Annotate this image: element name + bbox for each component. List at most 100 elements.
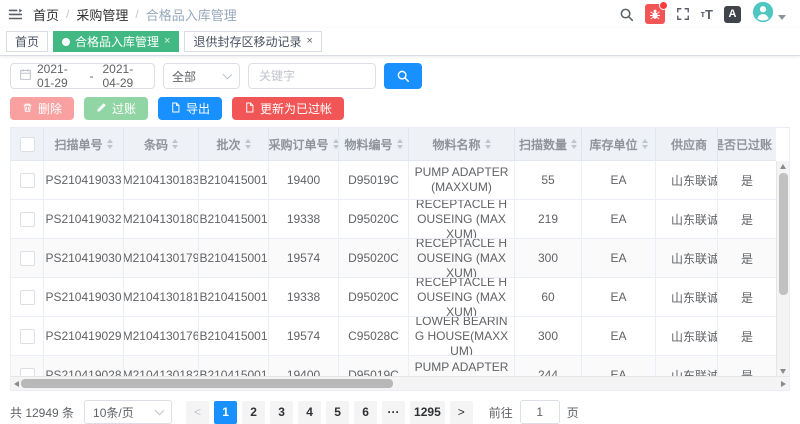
cell-value: 19574	[287, 329, 320, 343]
cell-batch: B210415001	[199, 356, 269, 378]
status-select-value: 全部	[172, 68, 196, 85]
tab-home[interactable]: 首页	[6, 31, 48, 52]
search-icon[interactable]	[619, 7, 634, 22]
page-button-3[interactable]: 3	[270, 401, 293, 424]
table-row[interactable]: PS210419030M2104130179B21041500119574D95…	[11, 239, 776, 278]
date-range-picker[interactable]: 2021-01-29 - 2021-04-29	[10, 63, 155, 89]
row-checkbox[interactable]	[20, 329, 35, 344]
tab-view-1[interactable]: 合格品入库管理 ×	[53, 31, 179, 52]
row-checkbox-cell	[11, 161, 44, 200]
page-button-5[interactable]: 5	[326, 401, 349, 424]
page-button-6[interactable]: 6	[354, 401, 377, 424]
cell-po: 19574	[269, 317, 339, 356]
table-row[interactable]: PS210419030M2104130181B21041500119338D95…	[11, 278, 776, 317]
goto-page-input[interactable]	[520, 400, 560, 424]
language-icon[interactable]: A	[724, 6, 741, 23]
scroll-left-arrow-icon[interactable]	[14, 381, 19, 387]
cell-value: EA	[610, 173, 626, 187]
horizontal-scrollbar-thumb[interactable]	[21, 379, 393, 388]
sort-carets-icon[interactable]	[245, 139, 251, 149]
breadcrumb: 首页 / 采购管理 / 合格品入库管理	[33, 5, 237, 24]
vertical-scrollbar[interactable]	[776, 161, 789, 377]
breadcrumb-purchase-mgmt[interactable]: 采购管理	[76, 5, 128, 24]
page-ellipsis-button[interactable]: ···	[382, 401, 405, 424]
cell-value: LOWER BEARING HOUSE(MAXXUM)	[414, 317, 509, 356]
sort-carets-icon[interactable]	[397, 139, 403, 149]
scroll-up-arrow-icon[interactable]	[780, 164, 786, 169]
filter-toolbar: 2021-01-29 - 2021-04-29 全部	[10, 63, 790, 89]
table-row[interactable]: PS210419029M2104130176B21041500119574C95…	[11, 317, 776, 356]
export-button[interactable]: 导出	[158, 97, 222, 120]
search-button[interactable]	[384, 63, 422, 89]
chevron-down-icon	[155, 406, 165, 416]
vertical-scrollbar-thumb[interactable]	[779, 173, 788, 295]
column-header-qty[interactable]: 扫描数量	[515, 128, 582, 161]
horizontal-scrollbar[interactable]	[11, 376, 789, 390]
cell-value: RECEPTACLE HOUSEING (MAXXUM)	[414, 278, 509, 317]
row-checkbox[interactable]	[20, 173, 35, 188]
delete-button[interactable]: 删除	[10, 97, 74, 120]
sort-carets-icon[interactable]	[333, 139, 339, 149]
sort-carets-icon[interactable]	[642, 139, 648, 149]
fullscreen-icon[interactable]	[676, 7, 690, 21]
post-button[interactable]: 过账	[84, 97, 148, 120]
bug-report-button[interactable]	[645, 4, 665, 24]
column-header-name[interactable]: 物料名称	[409, 128, 515, 161]
cell-posted: 是	[718, 278, 776, 317]
user-menu[interactable]	[752, 1, 786, 28]
page-size-select[interactable]: 10条/页	[84, 400, 172, 424]
close-icon[interactable]: ×	[306, 36, 312, 47]
breadcrumb-separator: /	[66, 7, 69, 21]
update-posted-button[interactable]: 更新为已过帐	[232, 97, 344, 120]
table-row[interactable]: PS210419033M2104130183B21041500119400D95…	[11, 161, 776, 200]
column-header-label: 批次	[216, 136, 240, 153]
status-select[interactable]: 全部	[163, 63, 240, 89]
page-button-2[interactable]: 2	[242, 401, 265, 424]
scroll-down-arrow-icon[interactable]	[780, 369, 786, 374]
sort-carets-icon[interactable]	[571, 139, 577, 149]
page-button-4[interactable]: 4	[298, 401, 321, 424]
scroll-right-arrow-icon[interactable]	[781, 381, 786, 387]
select-all-checkbox[interactable]	[20, 137, 35, 152]
column-header-mat_no[interactable]: 物料编号	[339, 128, 409, 161]
cell-qty: 244	[515, 356, 582, 378]
column-header-batch[interactable]: 批次	[199, 128, 269, 161]
avatar[interactable]	[752, 1, 774, 28]
row-checkbox[interactable]	[20, 251, 35, 266]
column-header-po[interactable]: 采购订单号	[269, 128, 339, 161]
breadcrumb-home[interactable]: 首页	[33, 5, 59, 24]
column-header-barcode[interactable]: 条码	[124, 128, 199, 161]
sort-carets-icon[interactable]	[172, 139, 178, 149]
cell-value: 19574	[287, 251, 320, 265]
column-header-label: 扫描数量	[519, 136, 567, 153]
total-count-label: 共 12949 条	[10, 404, 74, 421]
keyword-input[interactable]	[248, 63, 376, 89]
sort-carets-icon[interactable]	[485, 139, 491, 149]
column-header-unit[interactable]: 库存单位	[582, 128, 656, 161]
tab-label: 合格品入库管理	[75, 33, 159, 50]
page-button-1[interactable]: 1	[214, 401, 237, 424]
next-page-button[interactable]: >	[450, 401, 473, 424]
prev-page-button[interactable]: <	[186, 401, 209, 424]
row-checkbox[interactable]	[20, 290, 35, 305]
tab-view-2[interactable]: 退供封存区移动记录×	[184, 31, 321, 52]
cell-value: EA	[610, 290, 626, 304]
top-navbar: 首页 / 采购管理 / 合格品入库管理 тT A	[0, 0, 800, 28]
table-row[interactable]: PS210419028M2104130182B21041500119400D95…	[11, 356, 776, 378]
breadcrumb-current-page: 合格品入库管理	[146, 5, 237, 24]
cell-value: 300	[538, 329, 558, 343]
row-checkbox[interactable]	[20, 212, 35, 227]
close-icon[interactable]: ×	[164, 36, 170, 47]
font-size-icon[interactable]: тT	[701, 7, 713, 22]
page-button-1295[interactable]: 1295	[410, 401, 445, 424]
sort-carets-icon[interactable]	[107, 139, 113, 149]
cell-mat_no: C95028C	[339, 317, 409, 356]
column-header-posted[interactable]: 是否已过账	[718, 128, 776, 161]
table-row[interactable]: PS210419032M2104130180B21041500119338D95…	[11, 200, 776, 239]
hamburger-icon[interactable]	[8, 7, 23, 22]
cell-barcode: M2104130180	[124, 200, 199, 239]
cell-name: RECEPTACLE HOUSEING (MAXXUM)	[409, 278, 515, 317]
cell-po: 19400	[269, 161, 339, 200]
cell-value: D95019C	[348, 173, 399, 187]
column-header-scan[interactable]: 扫描单号	[44, 128, 124, 161]
